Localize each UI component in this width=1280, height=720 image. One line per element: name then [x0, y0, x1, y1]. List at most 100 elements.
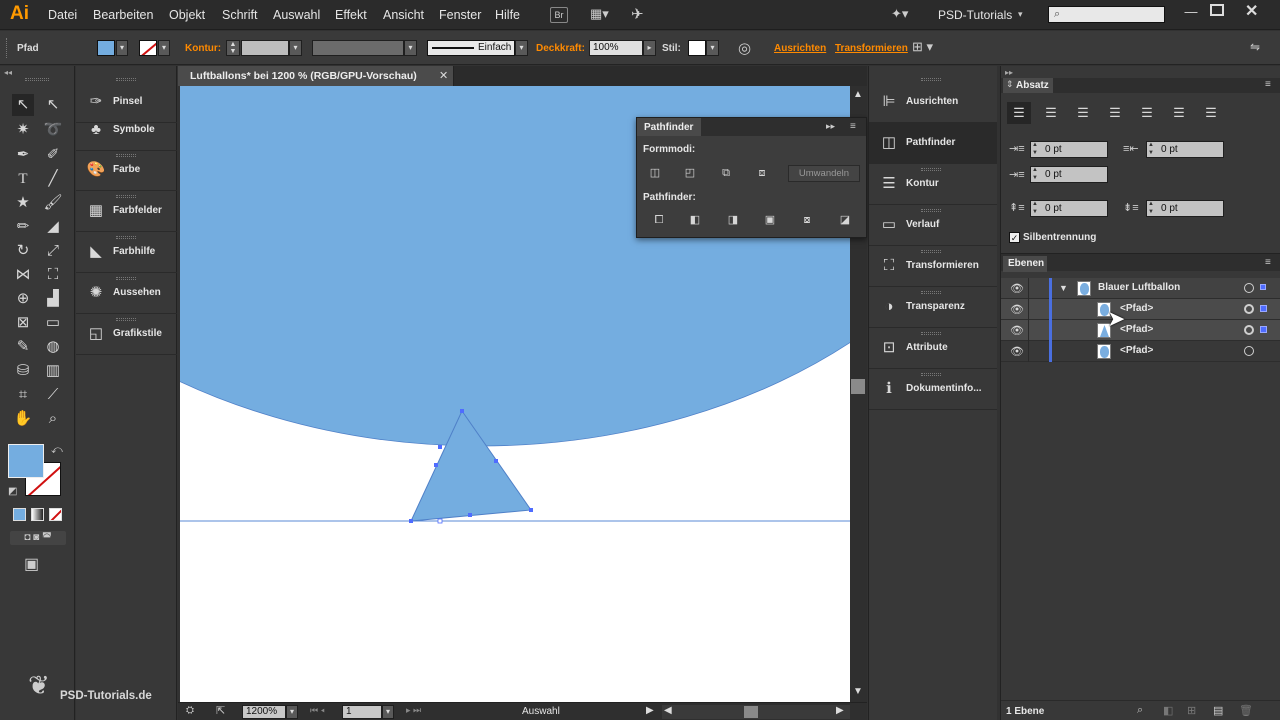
swap-fill-stroke-icon[interactable]: ⤺	[51, 444, 63, 457]
paintbrush-tool-icon[interactable]: 🖌	[42, 192, 64, 214]
scroll-up-icon[interactable]: ▲	[853, 89, 863, 100]
panel-farbfelder[interactable]: ▦ Farbfelder	[76, 191, 177, 232]
outline-icon[interactable]: ⧇	[799, 213, 815, 227]
panel-ausrichten[interactable]: ⊫ Ausrichten	[869, 82, 997, 123]
absatz-menu-icon[interactable]: ≡	[1265, 79, 1271, 90]
selection-indicator[interactable]	[1260, 326, 1267, 333]
blend-tool-icon[interactable]: ◍	[42, 336, 64, 358]
layers-menu-icon[interactable]: ≡	[1265, 257, 1271, 268]
menu-objekt[interactable]: Objekt	[169, 8, 205, 22]
align-right-icon[interactable]: ☰	[1071, 102, 1095, 124]
right-indent-field[interactable]: 0 pt	[1146, 141, 1224, 158]
pathfinder-header[interactable]: Pathfinder ▸▸ ≡	[637, 118, 866, 136]
space-before-field[interactable]: 0 pt	[1030, 200, 1108, 217]
zoom-tool-icon[interactable]: ⌕	[42, 408, 64, 430]
gpu-preview-icon[interactable]: ⛭	[186, 705, 194, 716]
panel-symbole[interactable]: ♣ Symbole	[76, 110, 177, 151]
none-mode-icon[interactable]	[49, 508, 62, 521]
align-center-icon[interactable]: ☰	[1039, 102, 1063, 124]
menu-hilfe[interactable]: Hilfe	[495, 8, 520, 22]
eraser-tool-icon[interactable]: ◢	[42, 216, 64, 238]
export-icon[interactable]: ⇱	[216, 704, 225, 717]
panel-pathfinder[interactable]: ◫ Pathfinder	[869, 123, 997, 164]
target-icon[interactable]	[1244, 304, 1254, 314]
selection-indicator[interactable]	[1260, 284, 1266, 290]
unite-icon[interactable]: ◫	[647, 166, 663, 180]
opacity-link[interactable]: Deckkraft:	[536, 43, 585, 54]
default-fill-stroke-icon[interactable]: ◩	[8, 486, 17, 497]
control-bar-grip[interactable]	[6, 38, 9, 58]
scroll-right-icon[interactable]: ▶	[836, 705, 844, 716]
sublayer-row[interactable]: 👁 <Pfad>	[1001, 341, 1280, 362]
layer-row[interactable]: 👁 ▼ Blauer Luftballon	[1001, 278, 1280, 299]
color-mode-icon[interactable]	[13, 508, 26, 521]
panel-transparenz[interactable]: ◑ Transparenz	[869, 287, 997, 328]
menu-bearbeiten[interactable]: Bearbeiten	[93, 8, 153, 22]
rotate-tool-icon[interactable]: ↻	[12, 240, 34, 262]
expand-dock-icon[interactable]: ▸▸	[1005, 68, 1013, 77]
new-sublayer-icon[interactable]: ⊞	[1187, 704, 1196, 717]
slice-tool-icon[interactable]: ⟋	[42, 384, 64, 406]
graphic-style-swatch[interactable]	[688, 40, 706, 56]
free-transform-tool-icon[interactable]: ⛶	[42, 264, 64, 286]
panel-transformieren[interactable]: ⛶ Transformieren	[869, 246, 997, 287]
scale-tool-icon[interactable]: ⤢	[42, 240, 64, 262]
fill-swatch[interactable]	[97, 40, 115, 56]
recolor-artwork-icon[interactable]: ◎	[738, 39, 751, 57]
disclosure-triangle-icon[interactable]: ▼	[1059, 283, 1068, 293]
gpu-performance-icon[interactable]: ✈	[631, 5, 644, 23]
variable-width-profile[interactable]	[312, 40, 404, 56]
space-after-field[interactable]: 0 pt	[1146, 200, 1224, 217]
space-after-stepper[interactable]: ▲ ▼	[1148, 200, 1154, 216]
toolbar-grip[interactable]	[25, 78, 49, 81]
first-artboard-icon[interactable]: ⏮ ◂	[310, 705, 325, 716]
space-before-stepper[interactable]: ▲ ▼	[1032, 200, 1038, 216]
gradient-mode-icon[interactable]	[31, 508, 44, 521]
chevron-down-icon[interactable]: ▾	[1018, 9, 1023, 20]
symbol-sprayer-tool-icon[interactable]: ⛁	[12, 360, 34, 382]
artboard-dropdown[interactable]: ▾	[382, 705, 394, 719]
eye-icon[interactable]: 👁	[1010, 282, 1024, 295]
collapse-toolbar-icon[interactable]: ◂◂	[4, 68, 12, 77]
horizontal-scroll-thumb[interactable]	[744, 706, 758, 718]
pen-tool-icon[interactable]: ✒	[12, 144, 34, 166]
lasso-tool-icon[interactable]: ➰	[42, 119, 64, 141]
panel-farbe[interactable]: 🎨 Farbe	[76, 150, 177, 191]
trim-icon[interactable]: ◧	[687, 213, 703, 227]
stroke-weight-stepper[interactable]: ▲ ▼	[226, 40, 240, 56]
first-line-indent-field[interactable]: 0 pt	[1030, 166, 1108, 183]
delete-layer-icon[interactable]: 🗑	[1239, 704, 1253, 717]
kontur-link[interactable]: Kontur:	[185, 43, 221, 54]
first-line-indent-stepper[interactable]: ▲ ▼	[1032, 166, 1038, 182]
eye-icon[interactable]: 👁	[1010, 303, 1024, 316]
artboard-tool-icon[interactable]: ⌗	[12, 384, 34, 406]
minimize-icon[interactable]: —	[1181, 4, 1201, 19]
collapse-panel-icon[interactable]: ▸▸	[826, 121, 835, 132]
clipping-mask-icon[interactable]: ◧	[1163, 704, 1173, 717]
sublayer-row[interactable]: 👁 <Pfad>	[1001, 299, 1280, 320]
scroll-down-icon[interactable]: ▼	[853, 686, 863, 697]
brush-definition[interactable]: Einfach	[427, 40, 515, 56]
stroke-swatch[interactable]	[139, 40, 157, 56]
screen-mode-icon[interactable]: ▣	[24, 554, 39, 574]
justify-all-icon[interactable]: ☰	[1199, 102, 1223, 124]
column-graph-tool-icon[interactable]: ▥	[42, 360, 64, 382]
line-tool-icon[interactable]: ╱	[42, 168, 64, 190]
minus-front-icon[interactable]: ◰	[682, 166, 698, 180]
opacity-dropdown[interactable]: ▸	[643, 40, 656, 56]
fill-color-box[interactable]	[8, 444, 44, 478]
selection-indicator[interactable]	[1260, 305, 1267, 312]
minus-back-icon[interactable]: ◪	[837, 213, 853, 227]
panel-menu-icon[interactable]: ≡	[850, 121, 856, 132]
drawing-mode-icons[interactable]: ◘ ◙ ◚	[10, 531, 66, 545]
eyedropper-tool-icon[interactable]: ✎	[12, 336, 34, 358]
document-tab[interactable]: Luftballons* bei 1200 % (RGB/GPU-Vorscha…	[178, 66, 454, 86]
zoom-field[interactable]: 1200%	[242, 705, 286, 719]
panel-farbhilfe[interactable]: ◣ Farbhilfe	[76, 232, 177, 273]
justify-right-icon[interactable]: ☰	[1167, 102, 1191, 124]
status-menu-arrow[interactable]: ▶	[646, 705, 654, 716]
scroll-left-icon[interactable]: ◀	[664, 705, 672, 716]
width-profile-dropdown[interactable]: ▾	[404, 40, 417, 56]
panel-verlauf[interactable]: ▭ Verlauf	[869, 205, 997, 246]
crop-icon[interactable]: ▣	[762, 213, 778, 227]
